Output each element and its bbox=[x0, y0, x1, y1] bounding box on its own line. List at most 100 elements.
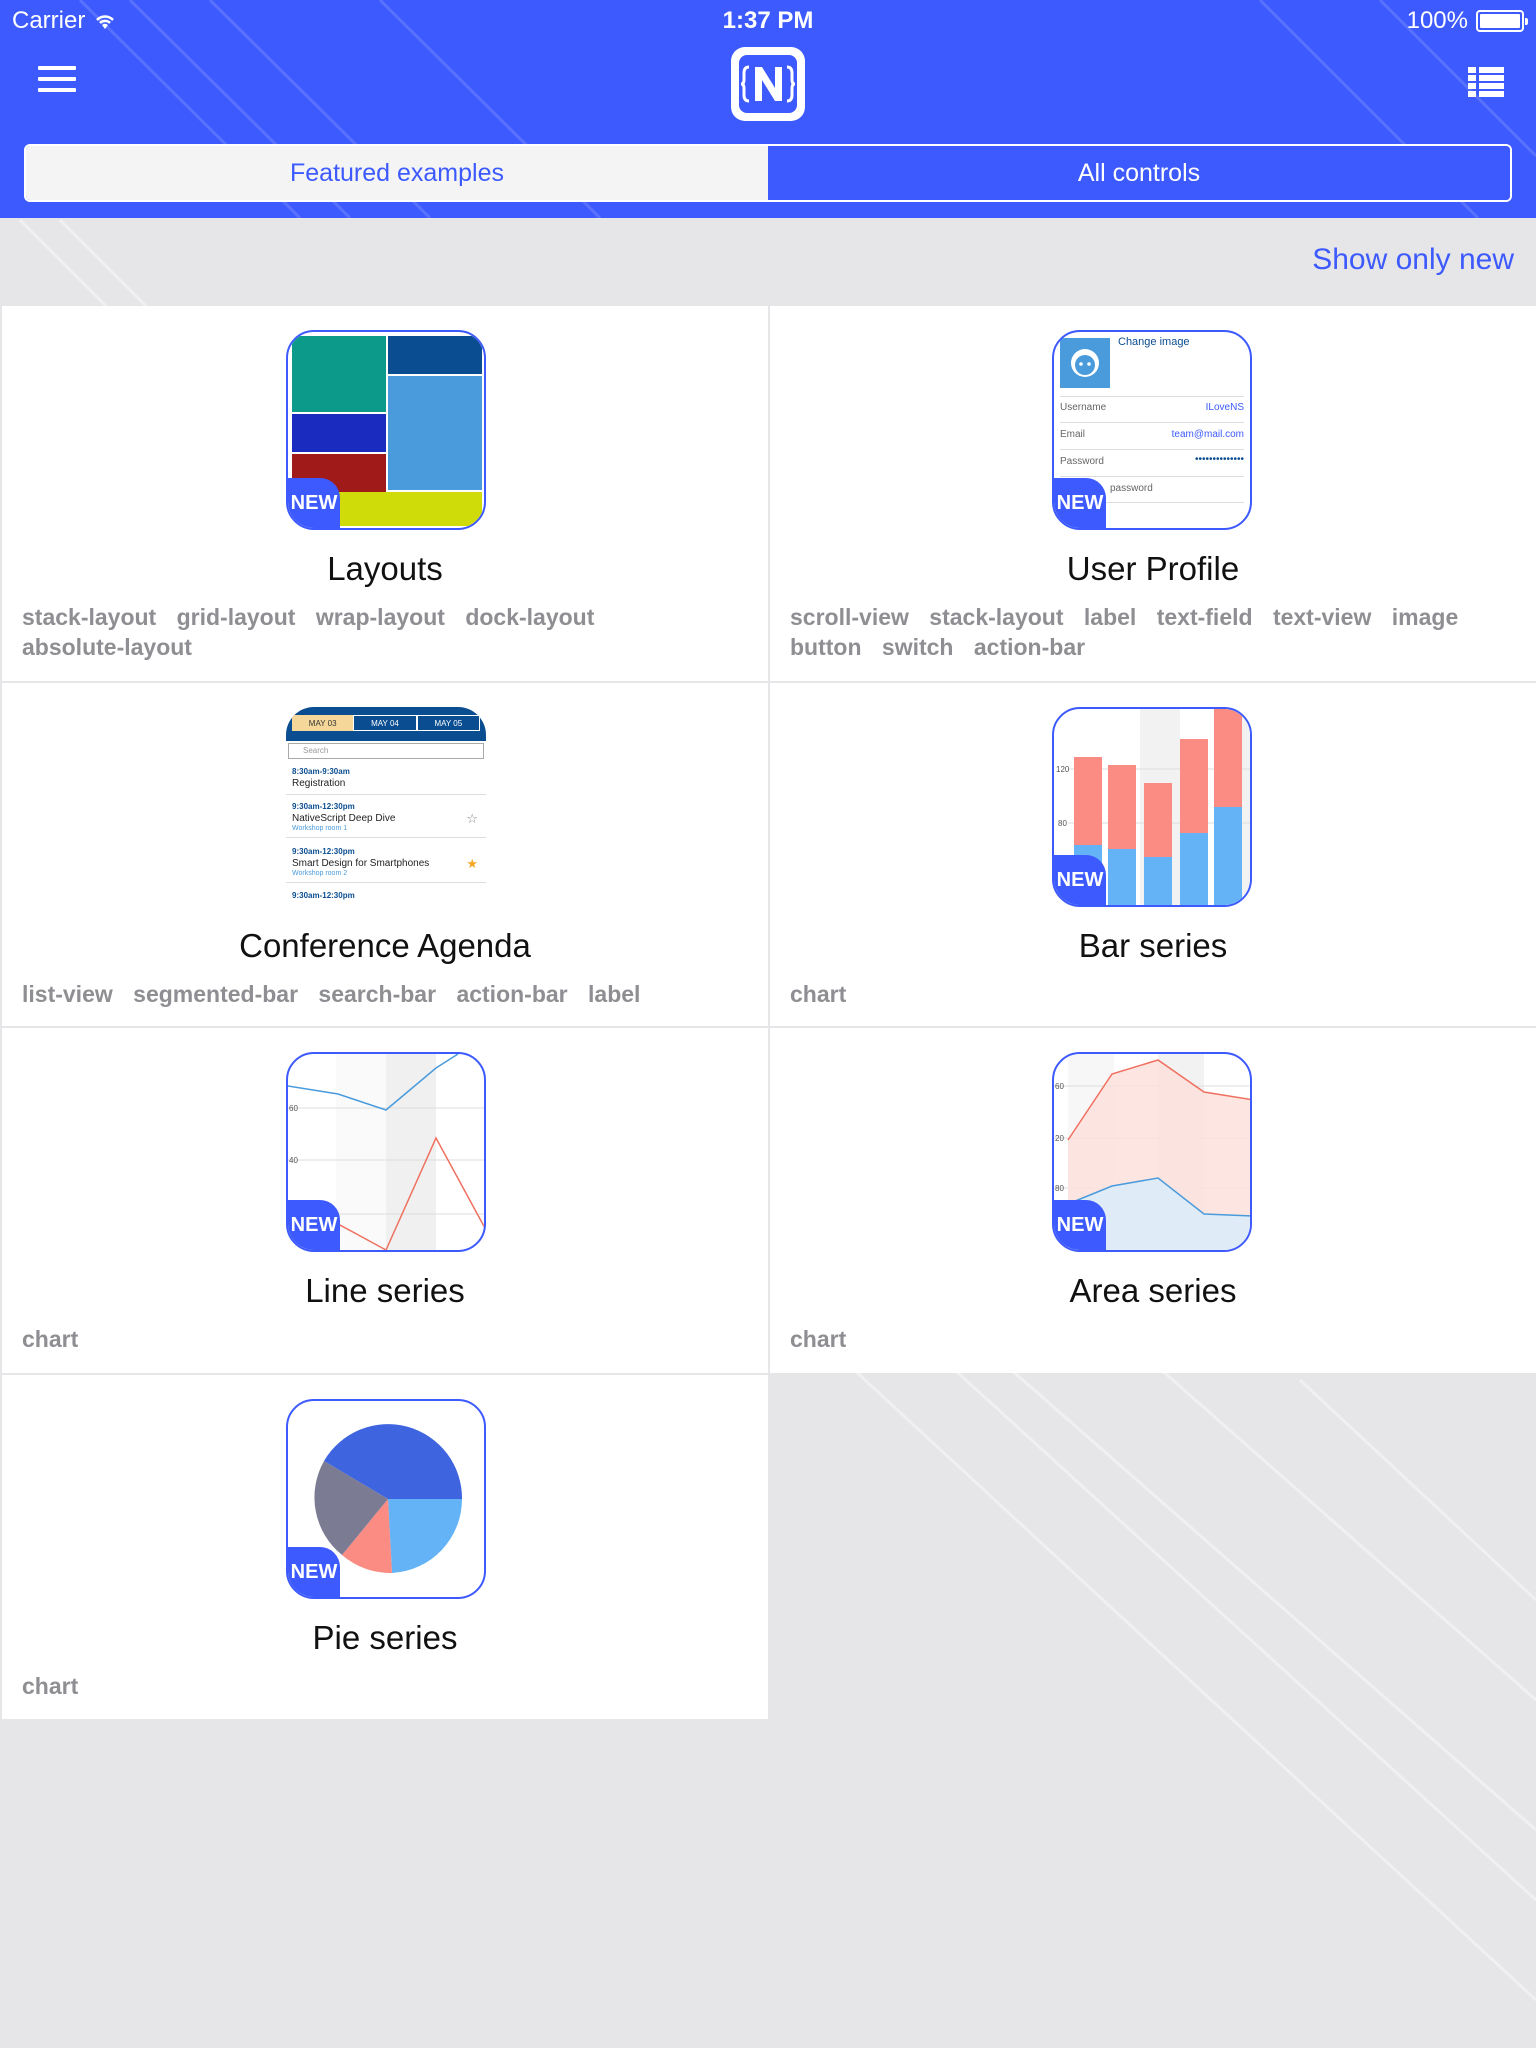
agenda-room: Workshop room 1 bbox=[292, 825, 348, 832]
agenda-title: Smart Design for Smartphones bbox=[292, 858, 430, 869]
new-badge: NEW bbox=[288, 478, 340, 528]
agenda-title: Registration bbox=[292, 778, 346, 789]
tag[interactable]: list-view bbox=[22, 979, 113, 1009]
y-tick-label: 60 bbox=[1055, 1082, 1064, 1091]
example-card-layouts[interactable]: NEW Layouts stack-layout grid-layout wra… bbox=[2, 306, 768, 681]
tag[interactable]: search-bar bbox=[318, 979, 436, 1009]
segmented-bar: Featured examples All controls bbox=[24, 144, 1512, 202]
username-value: ILoveNS bbox=[1205, 402, 1244, 413]
clock: 1:37 PM bbox=[722, 7, 814, 34]
y-tick-label: 20 bbox=[1055, 1134, 1064, 1143]
tag[interactable]: button bbox=[790, 632, 862, 662]
show-only-new-button[interactable]: Show only new bbox=[1312, 243, 1514, 277]
tag[interactable]: chart bbox=[22, 1671, 78, 1701]
card-title: Conference Agenda bbox=[239, 927, 531, 964]
tag-list: stack-layout grid-layout wrap-layout doc… bbox=[22, 602, 752, 662]
tag[interactable]: label bbox=[588, 979, 640, 1009]
tab-all-controls[interactable]: All controls bbox=[768, 146, 1510, 200]
star-outline-icon: ☆ bbox=[466, 811, 478, 826]
confirm-password-label: password bbox=[1110, 483, 1153, 494]
conference-agenda-thumbnail: MAY 03 MAY 04 MAY 05 Search 8:30am-9:30a… bbox=[286, 707, 486, 907]
tag[interactable]: segmented-bar bbox=[133, 979, 298, 1009]
tag[interactable]: chart bbox=[22, 1324, 78, 1354]
agenda-tab: MAY 03 bbox=[292, 715, 354, 731]
avatar bbox=[1060, 338, 1110, 388]
tag[interactable]: dock-layout bbox=[465, 602, 594, 632]
card-title: Pie series bbox=[312, 1619, 458, 1656]
tag[interactable]: text-field bbox=[1157, 602, 1253, 632]
tag[interactable]: action-bar bbox=[974, 632, 1085, 662]
email-label: Email bbox=[1060, 429, 1086, 440]
card-title: Bar series bbox=[1078, 927, 1228, 964]
password-value: •••••••••••••• bbox=[1194, 454, 1244, 465]
tag[interactable]: image bbox=[1392, 602, 1458, 632]
y-tick-label: 60 bbox=[289, 1104, 298, 1113]
agenda-tab: MAY 05 bbox=[416, 715, 480, 731]
new-badge: NEW bbox=[1054, 1200, 1106, 1250]
tag-list: chart bbox=[790, 1324, 1520, 1354]
y-tick-label: 80 bbox=[1055, 1184, 1064, 1193]
battery-percent: 100% bbox=[1406, 7, 1468, 34]
tag[interactable]: chart bbox=[790, 979, 846, 1009]
y-tick-label: 120 bbox=[1056, 765, 1070, 774]
new-badge: NEW bbox=[288, 1200, 340, 1250]
battery-icon bbox=[1476, 10, 1528, 32]
new-badge: NEW bbox=[1054, 478, 1106, 528]
change-image-link: Change image bbox=[1118, 336, 1190, 348]
pie-series-thumbnail: NEW bbox=[286, 1399, 486, 1599]
bar-series-thumbnail: 120 80 NEW bbox=[1052, 707, 1252, 907]
tag-list: chart bbox=[22, 1324, 752, 1354]
email-value: team@mail.com bbox=[1171, 429, 1244, 440]
tag[interactable]: text-view bbox=[1273, 602, 1371, 632]
action-bar: Carrier 1:37 PM 100% Featured examples A… bbox=[0, 0, 1536, 218]
status-bar: Carrier 1:37 PM 100% bbox=[0, 0, 1536, 40]
card-title: Line series bbox=[305, 1272, 465, 1309]
tab-featured-examples[interactable]: Featured examples bbox=[26, 146, 768, 200]
tag[interactable]: grid-layout bbox=[177, 602, 296, 632]
star-filled-icon: ★ bbox=[466, 856, 478, 871]
new-badge: NEW bbox=[288, 1547, 340, 1597]
tag-list: chart bbox=[790, 979, 1520, 1009]
area-series-thumbnail: 60 20 80 NEW bbox=[1052, 1052, 1252, 1252]
example-card-area-series[interactable]: 60 20 80 NEW Area series chart bbox=[770, 1028, 1536, 1373]
agenda-room: Workshop room 2 bbox=[292, 870, 348, 877]
hamburger-menu-icon[interactable] bbox=[38, 66, 78, 96]
card-title: Layouts bbox=[327, 550, 443, 587]
tag-list: chart bbox=[22, 1671, 752, 1701]
tag[interactable]: wrap-layout bbox=[316, 602, 445, 632]
tag[interactable]: absolute-layout bbox=[22, 632, 192, 662]
nativescript-logo-icon bbox=[731, 47, 805, 121]
tag[interactable]: stack-layout bbox=[929, 602, 1063, 632]
agenda-time: 9:30am-12:30pm bbox=[292, 847, 355, 856]
example-card-conference-agenda[interactable]: MAY 03 MAY 04 MAY 05 Search 8:30am-9:30a… bbox=[2, 683, 768, 1026]
card-title: Area series bbox=[1069, 1272, 1237, 1309]
example-card-bar-series[interactable]: 120 80 NEW Bar series chart bbox=[770, 683, 1536, 1026]
username-label: Username bbox=[1060, 402, 1107, 413]
agenda-title: NativeScript Deep Dive bbox=[292, 813, 396, 824]
y-tick-label: 40 bbox=[289, 1156, 298, 1165]
agenda-time: 9:30am-12:30pm bbox=[292, 802, 355, 811]
example-card-user-profile[interactable]: Change image Username ILoveNS Email team… bbox=[770, 306, 1536, 681]
card-title: User Profile bbox=[1066, 550, 1240, 587]
user-profile-thumbnail: Change image Username ILoveNS Email team… bbox=[1052, 330, 1252, 530]
agenda-time: 9:30am-12:30pm bbox=[292, 891, 355, 900]
tag[interactable]: switch bbox=[882, 632, 954, 662]
tag[interactable]: action-bar bbox=[456, 979, 567, 1009]
password-label: Password bbox=[1060, 456, 1104, 467]
agenda-time: 8:30am-9:30am bbox=[292, 767, 350, 776]
tag[interactable]: label bbox=[1084, 602, 1136, 632]
tag[interactable]: chart bbox=[790, 1324, 846, 1354]
example-card-line-series[interactable]: 60 40 NEW Line series chart bbox=[2, 1028, 768, 1373]
new-badge: NEW bbox=[1054, 855, 1106, 905]
tag[interactable]: scroll-view bbox=[790, 602, 909, 632]
example-card-pie-series[interactable]: NEW Pie series chart bbox=[2, 1375, 768, 1719]
tag-list: list-view segmented-bar search-bar actio… bbox=[22, 979, 752, 1009]
list-view-icon[interactable] bbox=[1468, 66, 1504, 98]
tag[interactable]: stack-layout bbox=[22, 602, 156, 632]
layouts-thumbnail: NEW bbox=[286, 330, 486, 530]
face-icon bbox=[1071, 349, 1099, 377]
tag-list: scroll-view stack-layout label text-fiel… bbox=[790, 602, 1520, 662]
agenda-search: Search bbox=[303, 746, 329, 755]
y-tick-label: 80 bbox=[1058, 819, 1067, 828]
line-series-thumbnail: 60 40 NEW bbox=[286, 1052, 486, 1252]
